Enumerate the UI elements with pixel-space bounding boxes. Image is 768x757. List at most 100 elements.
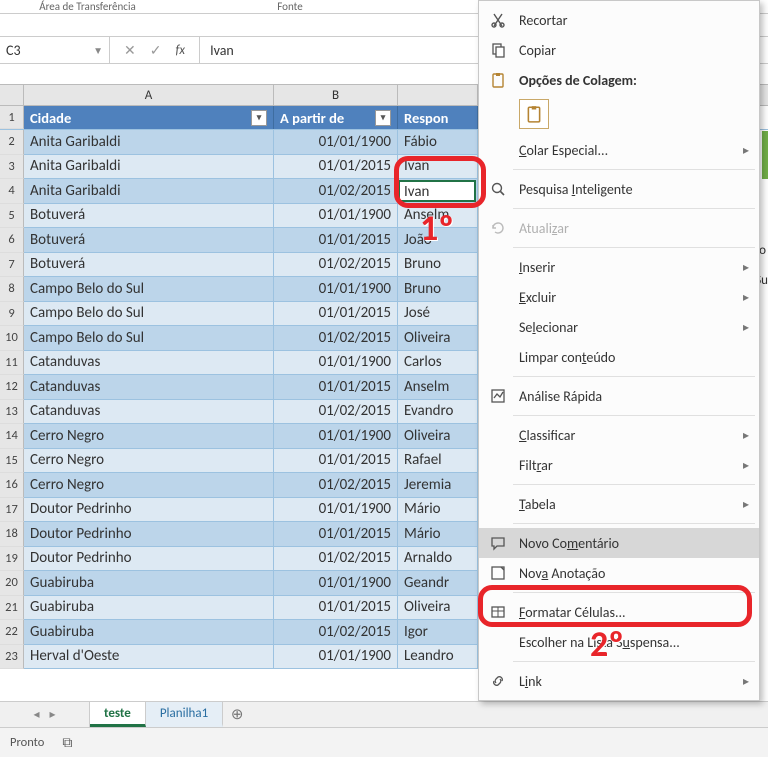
row-number[interactable]: 6	[0, 228, 24, 253]
cell-date[interactable]: 01/02/2015	[274, 547, 398, 572]
cell-responsavel[interactable]: Evandro	[398, 400, 478, 425]
cell-responsavel[interactable]: Mário	[398, 498, 478, 523]
cell-date[interactable]: 01/02/2015	[274, 400, 398, 425]
cell-responsavel[interactable]: Geandr	[398, 571, 478, 596]
row-number[interactable]: 2	[0, 130, 24, 155]
cell-date[interactable]: 01/01/2015	[274, 302, 398, 327]
paste-default-button[interactable]	[519, 99, 549, 129]
cell-date[interactable]: 01/02/2015	[274, 620, 398, 645]
cell-cidade[interactable]: Campo Belo do Sul	[24, 277, 274, 302]
cell-date[interactable]: 01/01/2015	[274, 596, 398, 621]
new-sheet-button[interactable]: ⊕	[223, 702, 251, 727]
cell-cidade[interactable]: Catanduvas	[24, 375, 274, 400]
cell-cidade[interactable]: Catanduvas	[24, 400, 274, 425]
col-header-a[interactable]: A	[24, 85, 274, 105]
cell-date[interactable]: 01/02/2015	[274, 253, 398, 278]
enter-formula-icon[interactable]: ✓	[150, 42, 162, 59]
col-header-c[interactable]	[398, 85, 478, 105]
cell-cidade[interactable]: Catanduvas	[24, 351, 274, 376]
cell-responsavel[interactable]: Carlos	[398, 351, 478, 376]
cell-cidade[interactable]: Doutor Pedrinho	[24, 522, 274, 547]
cell-date[interactable]: 01/02/2015	[274, 473, 398, 498]
cancel-formula-icon[interactable]: ✕	[124, 42, 136, 59]
cell-cidade[interactable]: Guabiruba	[24, 571, 274, 596]
cell-responsavel[interactable]: Bruno	[398, 277, 478, 302]
cell-cidade[interactable]: Guabiruba	[24, 596, 274, 621]
cell-cidade[interactable]: Guabiruba	[24, 620, 274, 645]
cell-date[interactable]: 01/01/1900	[274, 130, 398, 155]
cell-date[interactable]: 01/01/1900	[274, 277, 398, 302]
row-number[interactable]: 9	[0, 302, 24, 327]
name-box[interactable]: C3 ▼	[0, 37, 110, 63]
table-header-cidade[interactable]: Cidade ▾	[24, 106, 274, 129]
ctx-delete[interactable]: Excluir ▸	[479, 282, 759, 312]
row-number[interactable]: 7	[0, 253, 24, 278]
cell-responsavel[interactable]: Ivan	[398, 155, 478, 180]
row-number[interactable]: 4	[0, 179, 24, 204]
cell-date[interactable]: 01/01/1900	[274, 351, 398, 376]
table-header-apartir[interactable]: A partir de ▾	[274, 106, 398, 129]
cell-cidade[interactable]: Botuverá	[24, 204, 274, 229]
cell-responsavel[interactable]: Oliveira	[398, 326, 478, 351]
table-header-responsavel[interactable]: Respon	[398, 106, 478, 129]
row-number[interactable]: 23	[0, 645, 24, 670]
sheet-prev-icon[interactable]: ◂	[33, 707, 39, 722]
cell-date[interactable]: 01/01/1900	[274, 204, 398, 229]
cell-cidade[interactable]: Doutor Pedrinho	[24, 498, 274, 523]
fx-icon[interactable]: fх	[175, 43, 185, 58]
row-number[interactable]: 5	[0, 204, 24, 229]
cell-cidade[interactable]: Anita Garibaldi	[24, 155, 274, 180]
cell-date[interactable]: 01/01/2015	[274, 228, 398, 253]
cell-date[interactable]: 01/02/2015	[274, 326, 398, 351]
cell-responsavel[interactable]: Igor	[398, 620, 478, 645]
ctx-filter[interactable]: Filtrar ▸	[479, 450, 759, 480]
sheet-nav-buttons[interactable]: ◂ ▸	[0, 702, 90, 727]
cell-date[interactable]: 01/01/2015	[274, 155, 398, 180]
cell-cidade[interactable]: Cerro Negro	[24, 473, 274, 498]
row-number[interactable]: 12	[0, 375, 24, 400]
row-number[interactable]: 15	[0, 449, 24, 474]
cell-responsavel[interactable]: Arnaldo	[398, 547, 478, 572]
cell-responsavel[interactable]: Jeremia	[398, 473, 478, 498]
accessibility-icon[interactable]: ⧉	[62, 734, 72, 751]
cell-date[interactable]: 01/01/2015	[274, 375, 398, 400]
ctx-sort[interactable]: Classificar ▸	[479, 420, 759, 450]
cell-cidade[interactable]: Botuverá	[24, 253, 274, 278]
col-header-b[interactable]: B	[274, 85, 398, 105]
cell-cidade[interactable]: Doutor Pedrinho	[24, 547, 274, 572]
cell-date[interactable]: 01/01/2015	[274, 449, 398, 474]
row-number[interactable]: 22	[0, 620, 24, 645]
cell-cidade[interactable]: Campo Belo do Sul	[24, 326, 274, 351]
row-number[interactable]: 10	[0, 326, 24, 351]
ctx-smart-lookup[interactable]: Pesquisa Inteligente	[479, 174, 759, 204]
ctx-cut[interactable]: Recortar	[479, 5, 759, 35]
ctx-select[interactable]: Selecionar ▸	[479, 312, 759, 342]
row-number[interactable]: 11	[0, 351, 24, 376]
cell-date[interactable]: 01/01/1900	[274, 645, 398, 670]
sheet-next-icon[interactable]: ▸	[50, 707, 56, 722]
row-number[interactable]: 18	[0, 522, 24, 547]
row-number[interactable]: 19	[0, 547, 24, 572]
sheet-tab-planilha1[interactable]: Planilha1	[146, 702, 223, 727]
row-number[interactable]: 3	[0, 155, 24, 180]
row-number[interactable]: 13	[0, 400, 24, 425]
ctx-paste-special[interactable]: Colar Especial... ▸	[479, 135, 759, 165]
cell-date[interactable]: 01/01/1900	[274, 498, 398, 523]
cell-cidade[interactable]: Cerro Negro	[24, 449, 274, 474]
filter-button-apartir[interactable]: ▾	[375, 110, 391, 126]
row-number[interactable]: 16	[0, 473, 24, 498]
ctx-link[interactable]: Link ▸	[479, 666, 759, 696]
cell-date[interactable]: 01/02/2015	[274, 179, 398, 204]
cell-cidade[interactable]: Campo Belo do Sul	[24, 302, 274, 327]
ctx-copy[interactable]: Copiar	[479, 35, 759, 65]
ctx-table[interactable]: Tabela ▸	[479, 489, 759, 519]
cell-responsavel[interactable]: José	[398, 302, 478, 327]
row-number[interactable]: 17	[0, 498, 24, 523]
cell-responsavel[interactable]: Bruno	[398, 253, 478, 278]
cell-date[interactable]: 01/01/2015	[274, 522, 398, 547]
row-number[interactable]: 21	[0, 596, 24, 621]
filter-button-cidade[interactable]: ▾	[251, 110, 267, 126]
cell-date[interactable]: 01/01/1900	[274, 571, 398, 596]
name-box-dropdown-icon[interactable]: ▼	[93, 44, 103, 57]
cell-responsavel[interactable]: Fábio	[398, 130, 478, 155]
